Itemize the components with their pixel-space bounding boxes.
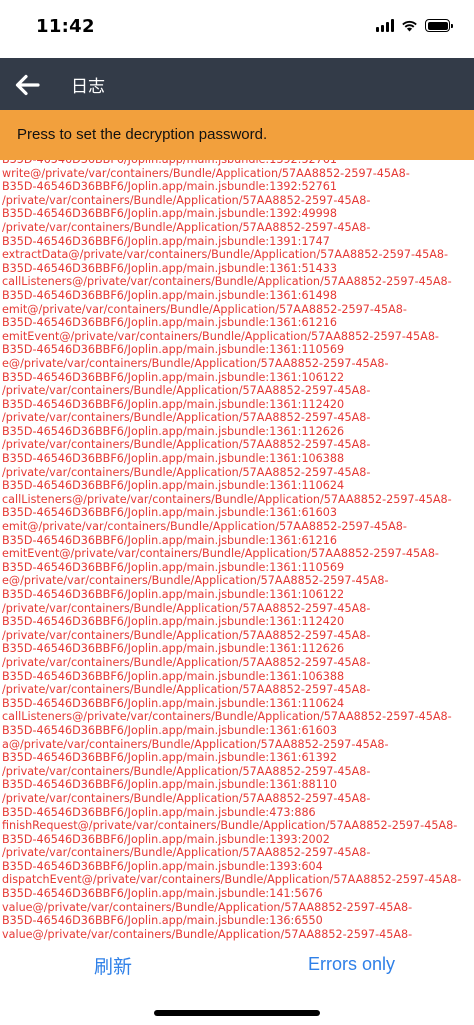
- log-line: B35D-46546D36BBF6/Joplin.app/main.jsbund…: [2, 696, 345, 710]
- page-title: 日志: [71, 77, 105, 97]
- log-line: B35D-46546D36BBF6/Joplin.app/main.jsbund…: [2, 316, 338, 330]
- log-line: /private/var/containers/Bundle/Applicati…: [2, 411, 371, 425]
- banner-text: Press to set the decryption password.: [17, 126, 268, 143]
- decryption-password-banner[interactable]: Press to set the decryption password.: [0, 110, 474, 160]
- log-line: B35D-46546D36BBF6/Joplin.app/main.jsbund…: [2, 261, 338, 275]
- log-line: B35D-46546D36BBF6/Joplin.app/main.jsbund…: [2, 832, 330, 846]
- log-line: /private/var/containers/Bundle/Applicati…: [2, 220, 371, 234]
- log-line: B35D-46546D36BBF6/Joplin.app/main.jsbund…: [2, 859, 323, 873]
- log-line: B35D-46546D36BBF6/Joplin.app/main.jsbund…: [2, 370, 345, 384]
- cellular-signal-icon: [376, 19, 394, 32]
- log-line: /private/var/containers/Bundle/Applicati…: [2, 601, 371, 615]
- log-line: B35D-46546D36BBF6/Joplin.app/main.jsbund…: [2, 207, 338, 221]
- log-line: B35D-46546D36BBF6/Joplin.app/main.jsbund…: [2, 234, 330, 248]
- log-line: B35D-46546D36BBF6/Joplin.app/main.jsbund…: [2, 914, 323, 928]
- log-line: /private/var/containers/Bundle/Applicati…: [2, 791, 371, 805]
- status-time: 11:42: [36, 16, 95, 37]
- log-line: B35D-46546D36BBF6/Joplin.app/main.jsbund…: [2, 506, 338, 520]
- log-line: B35D-46546D36BBF6/Joplin.app/main.jsbund…: [2, 588, 345, 601]
- footer-toolbar: 刷新 Errors only: [0, 942, 474, 1025]
- log-line: /private/var/containers/Bundle/Applicati…: [2, 846, 371, 860]
- log-list: B35D-46546D36BBF6/Joplin.app/main.jsbund…: [2, 160, 474, 941]
- log-line: B35D-46546D36BBF6/Joplin.app/main.jsbund…: [2, 615, 345, 629]
- log-line: write@/private/var/containers/Bundle/App…: [2, 166, 410, 180]
- status-bar: 11:42: [0, 0, 474, 58]
- log-line: e@/private/var/containers/Bundle/Applica…: [2, 356, 389, 370]
- errors-only-button[interactable]: Errors only: [308, 954, 395, 975]
- log-line: B35D-46546D36BBF6/Joplin.app/main.jsbund…: [2, 533, 338, 547]
- log-line: value@/private/var/containers/Bundle/App…: [2, 927, 413, 941]
- back-button[interactable]: [12, 70, 42, 100]
- log-line: B35D-46546D36BBF6/Joplin.app/main.jsbund…: [2, 805, 316, 819]
- log-line: /private/var/containers/Bundle/Applicati…: [2, 438, 371, 452]
- log-line: B35D-46546D36BBF6/Joplin.app/main.jsbund…: [2, 288, 338, 302]
- battery-icon: [425, 19, 453, 32]
- log-line: emitEvent@/private/var/containers/Bundle…: [2, 547, 439, 561]
- log-line: B35D-46546D36BBF6/Joplin.app/main.jsbund…: [2, 452, 345, 466]
- log-line: emit@/private/var/containers/Bundle/Appl…: [2, 520, 407, 534]
- home-indicator: [154, 1010, 320, 1016]
- log-line: extractData@/private/var/containers/Bund…: [2, 248, 449, 262]
- log-line: a@/private/var/containers/Bundle/Applica…: [2, 737, 389, 751]
- log-line: B35D-46546D36BBF6/Joplin.app/main.jsbund…: [2, 424, 345, 438]
- log-line: finishRequest@/private/var/containers/Bu…: [2, 819, 458, 833]
- arrow-left-icon: [15, 74, 40, 96]
- log-line: e@/private/var/containers/Bundle/Applica…: [2, 574, 389, 588]
- log-line: B35D-46546D36BBF6/Joplin.app/main.jsbund…: [2, 778, 338, 792]
- log-line: B35D-46546D36BBF6/Joplin.app/main.jsbund…: [2, 180, 338, 194]
- log-line: emitEvent@/private/var/containers/Bundle…: [2, 329, 439, 343]
- log-line: emit@/private/var/containers/Bundle/Appl…: [2, 302, 407, 316]
- log-line: /private/var/containers/Bundle/Applicati…: [2, 655, 371, 669]
- app-header: 日志: [0, 58, 474, 110]
- log-line: /private/var/containers/Bundle/Applicati…: [2, 384, 371, 398]
- log-line: B35D-46546D36BBF6/Joplin.app/main.jsbund…: [2, 343, 345, 357]
- refresh-button[interactable]: 刷新: [94, 952, 132, 979]
- log-line: B35D-46546D36BBF6/Joplin.app/main.jsbund…: [2, 723, 338, 737]
- log-line: dispatchEvent@/private/var/containers/Bu…: [2, 873, 462, 887]
- log-line: callListeners@/private/var/containers/Bu…: [2, 492, 452, 506]
- log-line: B35D-46546D36BBF6/Joplin.app/main.jsbund…: [2, 642, 345, 656]
- log-line: B35D-46546D36BBF6/Joplin.app/main.jsbund…: [2, 397, 345, 411]
- log-line: B35D-46546D36BBF6/Joplin.app/main.jsbund…: [2, 160, 474, 167]
- status-icons: [376, 19, 453, 32]
- log-line: B35D-46546D36BBF6/Joplin.app/main.jsbund…: [2, 669, 345, 683]
- log-line: callListeners@/private/var/containers/Bu…: [2, 710, 452, 724]
- log-line: /private/var/containers/Bundle/Applicati…: [2, 193, 371, 207]
- log-line: value@/private/var/containers/Bundle/App…: [2, 900, 413, 914]
- log-scroll-area[interactable]: B35D-46546D36BBF6/Joplin.app/main.jsbund…: [0, 160, 474, 942]
- log-line: /private/var/containers/Bundle/Applicati…: [2, 764, 371, 778]
- log-line: callListeners@/private/var/containers/Bu…: [2, 275, 452, 289]
- log-line: /private/var/containers/Bundle/Applicati…: [2, 465, 371, 479]
- log-line: B35D-46546D36BBF6/Joplin.app/main.jsbund…: [2, 751, 338, 765]
- log-line: /private/var/containers/Bundle/Applicati…: [2, 683, 371, 697]
- log-line: B35D-46546D36BBF6/Joplin.app/main.jsbund…: [2, 560, 345, 574]
- log-line: B35D-46546D36BBF6/Joplin.app/main.jsbund…: [2, 479, 345, 493]
- wifi-icon: [402, 20, 417, 32]
- log-line: /private/var/containers/Bundle/Applicati…: [2, 628, 371, 642]
- log-line: B35D-46546D36BBF6/Joplin.app/main.jsbund…: [2, 887, 323, 901]
